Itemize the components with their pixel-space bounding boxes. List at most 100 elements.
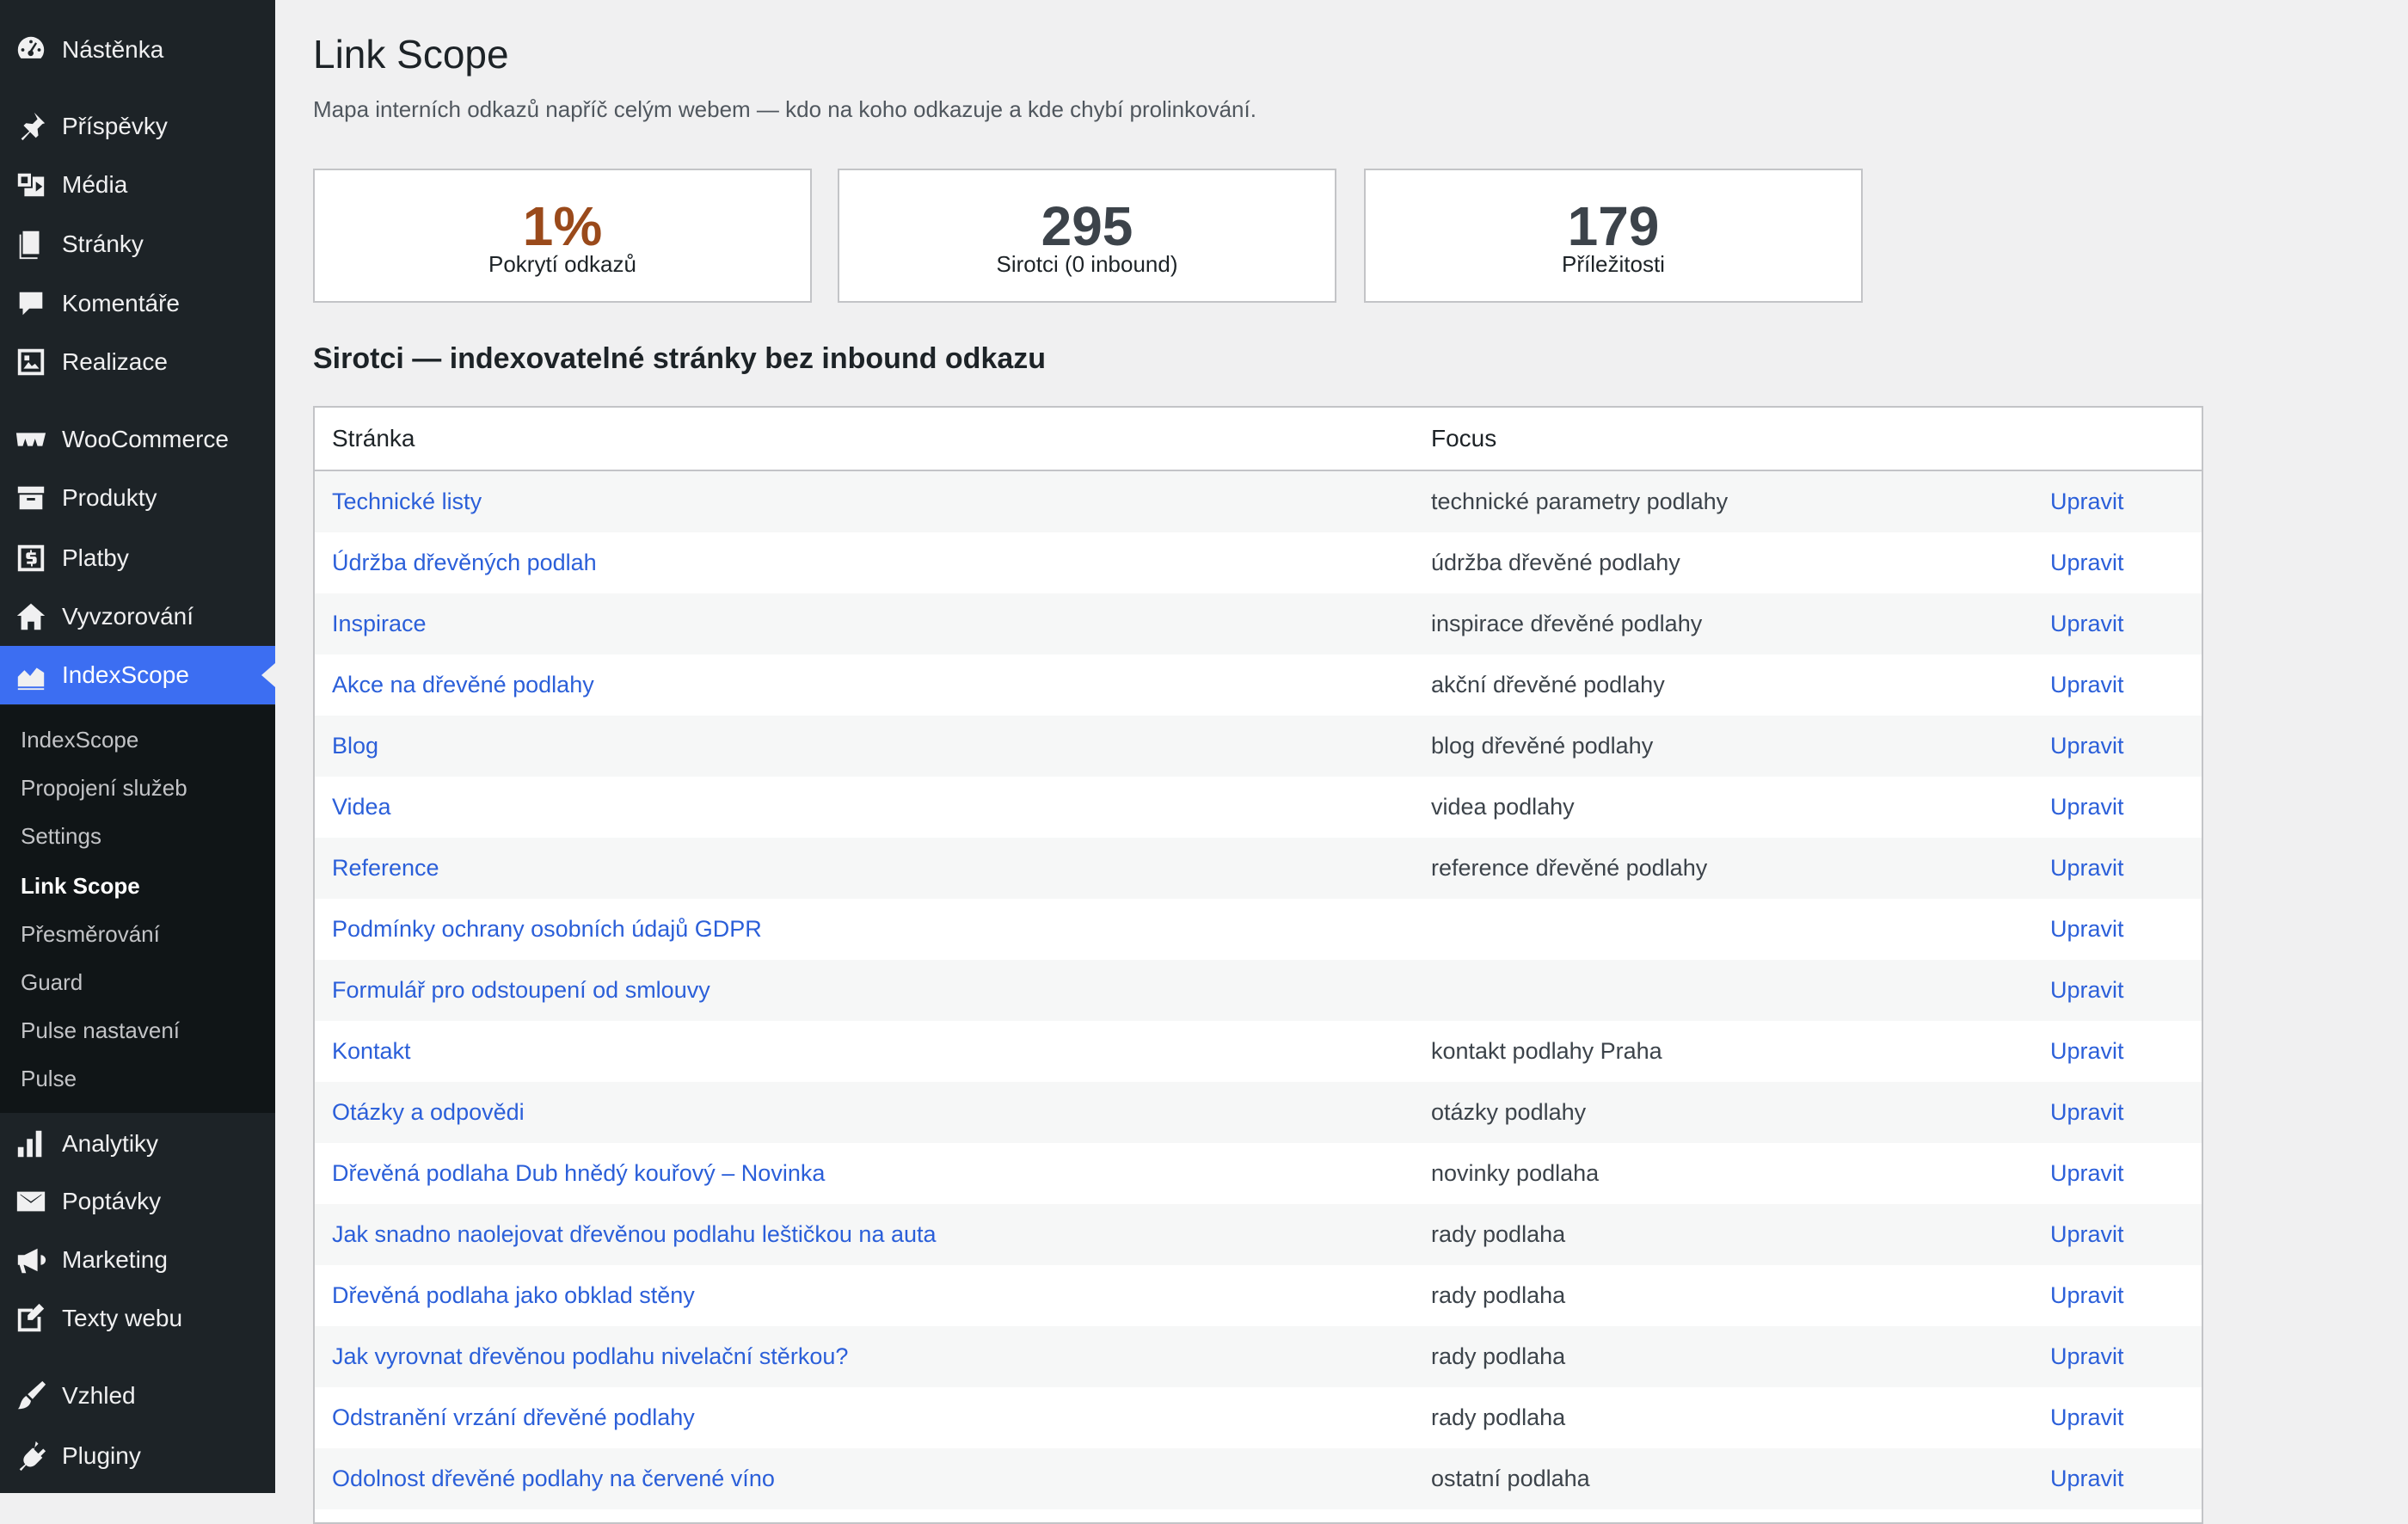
focus-keyword: rady podlaha bbox=[1431, 1221, 1566, 1247]
page-link[interactable]: Formulář pro odstoupení od smlouvy bbox=[332, 960, 710, 1021]
table-row: Inspirace inspirace dřevěné podlahy Upravi… bbox=[315, 593, 2202, 654]
page-link[interactable]: Technické listy bbox=[332, 471, 482, 532]
table-row: Dřevěná podlaha Dub hnědý kouřový – Novi… bbox=[315, 1143, 2202, 1204]
sidebar-item-pluginy[interactable]: Pluginy bbox=[0, 1427, 275, 1485]
page-link[interactable]: Jak snadno naolejovat dřevěnou podlahu l… bbox=[332, 1204, 937, 1265]
page-title: Link Scope bbox=[313, 32, 509, 77]
submenu-item-pulse[interactable]: Pulse bbox=[21, 1061, 77, 1096]
table-row: Reference reference dřevěné podlahy Upravi… bbox=[315, 838, 2202, 899]
sidebar-item-texty-webu[interactable]: Texty webu bbox=[0, 1289, 275, 1348]
sidebar-item-poptavky[interactable]: Poptávky bbox=[0, 1172, 275, 1231]
sidebar-item-platby[interactable]: Platby bbox=[0, 529, 275, 587]
edit-link[interactable]: Upravit bbox=[2050, 593, 2124, 654]
page-link[interactable]: Inspirace bbox=[332, 593, 427, 654]
table-row: Blog blog dřevěné podlahy Upravit bbox=[315, 716, 2202, 777]
sidebar-item-label: WooCommerce bbox=[62, 426, 229, 452]
focus-keyword: inspirace dřevěné podlahy bbox=[1431, 611, 1703, 636]
table-row: Podmínky ochrany osobních údajů GDPR Upra… bbox=[315, 899, 2202, 960]
edit-link[interactable]: Upravit bbox=[2050, 1448, 2124, 1509]
submenu-item-presmerovani[interactable]: Přesměrování bbox=[21, 917, 160, 951]
focus-keyword: údržba dřevěné podlahy bbox=[1431, 550, 1680, 575]
edit-link[interactable]: Upravit bbox=[2050, 777, 2124, 838]
edit-link[interactable]: Upravit bbox=[2050, 1387, 2124, 1448]
edit-link[interactable]: Upravit bbox=[2050, 716, 2124, 777]
page-link[interactable]: Dřevěná podlaha jako obklad stěny bbox=[332, 1265, 695, 1326]
sidebar-item-label: Texty webu bbox=[62, 1305, 183, 1331]
sidebar-item-analytiky[interactable]: Analytiky bbox=[0, 1115, 275, 1173]
pages-icon bbox=[14, 227, 48, 261]
table-row: Jak snadno naolejovat dřevěnou podlahu l… bbox=[315, 1204, 2202, 1265]
sidebar-item-label: Média bbox=[62, 171, 128, 198]
page-link[interactable]: Videa bbox=[332, 777, 391, 838]
sidebar-item-vyvzorovani[interactable]: Vyvzorování bbox=[0, 587, 275, 646]
stat-value: 1% bbox=[522, 195, 603, 257]
dashboard-icon bbox=[14, 33, 48, 67]
edit-link[interactable]: Upravit bbox=[2050, 1326, 2124, 1387]
edit-link[interactable]: Upravit bbox=[2050, 1143, 2124, 1204]
edit-link[interactable]: Upravit bbox=[2050, 838, 2124, 899]
edit-link[interactable]: Upravit bbox=[2050, 1204, 2124, 1265]
page-link[interactable]: Dřevěná podlaha Dub hnědý kouřový – Novi… bbox=[332, 1143, 825, 1204]
submenu-item-guard[interactable]: Guard bbox=[21, 965, 83, 999]
focus-keyword: akční dřevěné podlahy bbox=[1431, 672, 1665, 697]
edit-link[interactable]: Upravit bbox=[2050, 1082, 2124, 1143]
submenu-item-indexscope[interactable]: IndexScope bbox=[21, 722, 138, 757]
focus-keyword: blog dřevěné podlahy bbox=[1431, 733, 1654, 759]
submenu-item-link-scope[interactable]: Link Scope bbox=[21, 869, 140, 903]
sidebar-item-label: Příspěvky bbox=[62, 113, 168, 139]
focus-keyword: technické parametry podlahy bbox=[1431, 489, 1729, 514]
page-link[interactable]: Akce na dřevěné podlahy bbox=[332, 654, 594, 716]
sidebar-item-woocommerce[interactable]: WooCommerce bbox=[0, 410, 275, 469]
sidebar-item-label: Komentáře bbox=[62, 290, 180, 316]
chart-area-icon bbox=[14, 658, 48, 692]
page-link[interactable]: Reference bbox=[332, 838, 439, 899]
archive-icon bbox=[14, 481, 48, 515]
edit-link[interactable]: Upravit bbox=[2050, 1021, 2124, 1082]
page-link[interactable]: Kontakt bbox=[332, 1021, 411, 1082]
edit-link[interactable]: Upravit bbox=[2050, 960, 2124, 1021]
submenu-item-settings[interactable]: Settings bbox=[21, 819, 101, 853]
edit-link[interactable]: Upravit bbox=[2050, 471, 2124, 532]
sidebar-item-vzhled[interactable]: Vzhled bbox=[0, 1367, 275, 1425]
focus-keyword: novinky podlaha bbox=[1431, 1160, 1600, 1186]
sidebar-item-produkty[interactable]: Produkty bbox=[0, 469, 275, 527]
sidebar-item-prispevky[interactable]: Příspěvky bbox=[0, 97, 275, 156]
sidebar-item-label: Produkty bbox=[62, 484, 157, 511]
sidebar-item-label: Nástěnka bbox=[62, 36, 164, 63]
sidebar-item-indexscope[interactable]: IndexScope bbox=[0, 646, 275, 704]
edit-link[interactable]: Upravit bbox=[2050, 532, 2124, 593]
sidebar-item-marketing[interactable]: Marketing bbox=[0, 1231, 275, 1289]
stat-card-orphans: 295 Sirotci (0 inbound) bbox=[838, 169, 1336, 303]
page-link[interactable]: Odstranění vrzání dřevěné podlahy bbox=[332, 1387, 695, 1448]
edit-icon bbox=[14, 1301, 48, 1336]
active-indicator bbox=[261, 663, 275, 687]
megaphone-icon bbox=[14, 1243, 48, 1277]
sidebar-item-nastenka[interactable]: Nástěnka bbox=[0, 21, 275, 79]
page-link[interactable]: Blog bbox=[332, 716, 378, 777]
stat-card-coverage: 1% Pokrytí odkazů bbox=[313, 169, 812, 303]
focus-keyword: rady podlaha bbox=[1431, 1404, 1566, 1430]
indexscope-submenu: IndexScope Propojení služeb Settings Link S… bbox=[0, 705, 275, 1113]
edit-link[interactable]: Upravit bbox=[2050, 654, 2124, 716]
sidebar-item-komentare[interactable]: Komentáře bbox=[0, 274, 275, 333]
page-link[interactable]: Jak vyrovnat dřevěnou podlahu nivelační … bbox=[332, 1326, 848, 1387]
table-row: Odolnost dřevěné podlahy na červené víno… bbox=[315, 1448, 2202, 1509]
sidebar-item-realizace[interactable]: Realizace bbox=[0, 333, 275, 391]
focus-keyword: otázky podlahy bbox=[1431, 1099, 1587, 1125]
stat-label: Příležitosti bbox=[1562, 251, 1665, 277]
plugin-icon bbox=[14, 1439, 48, 1473]
bar-chart-icon bbox=[14, 1127, 48, 1161]
submenu-item-pulse-nastaveni[interactable]: Pulse nastavení bbox=[21, 1013, 180, 1048]
table-row: Technické listy technické parametry podla… bbox=[315, 471, 2202, 532]
page-link[interactable]: Odolnost dřevěné podlahy na červené víno bbox=[332, 1448, 775, 1509]
page-link[interactable]: Podmínky ochrany osobních údajů GDPR bbox=[332, 899, 762, 960]
sidebar-item-stranky[interactable]: Stránky bbox=[0, 215, 275, 273]
edit-link[interactable]: Upravit bbox=[2050, 1265, 2124, 1326]
edit-link[interactable]: Upravit bbox=[2050, 899, 2124, 960]
submenu-item-propojeni-sluzeb[interactable]: Propojení služeb bbox=[21, 771, 187, 805]
sidebar-item-media[interactable]: Média bbox=[0, 156, 275, 214]
media-icon bbox=[14, 168, 48, 202]
page-link[interactable]: Otázky a odpovědi bbox=[332, 1082, 525, 1143]
focus-keyword: rady podlaha bbox=[1431, 1282, 1566, 1308]
page-link[interactable]: Údržba dřevěných podlah bbox=[332, 532, 597, 593]
